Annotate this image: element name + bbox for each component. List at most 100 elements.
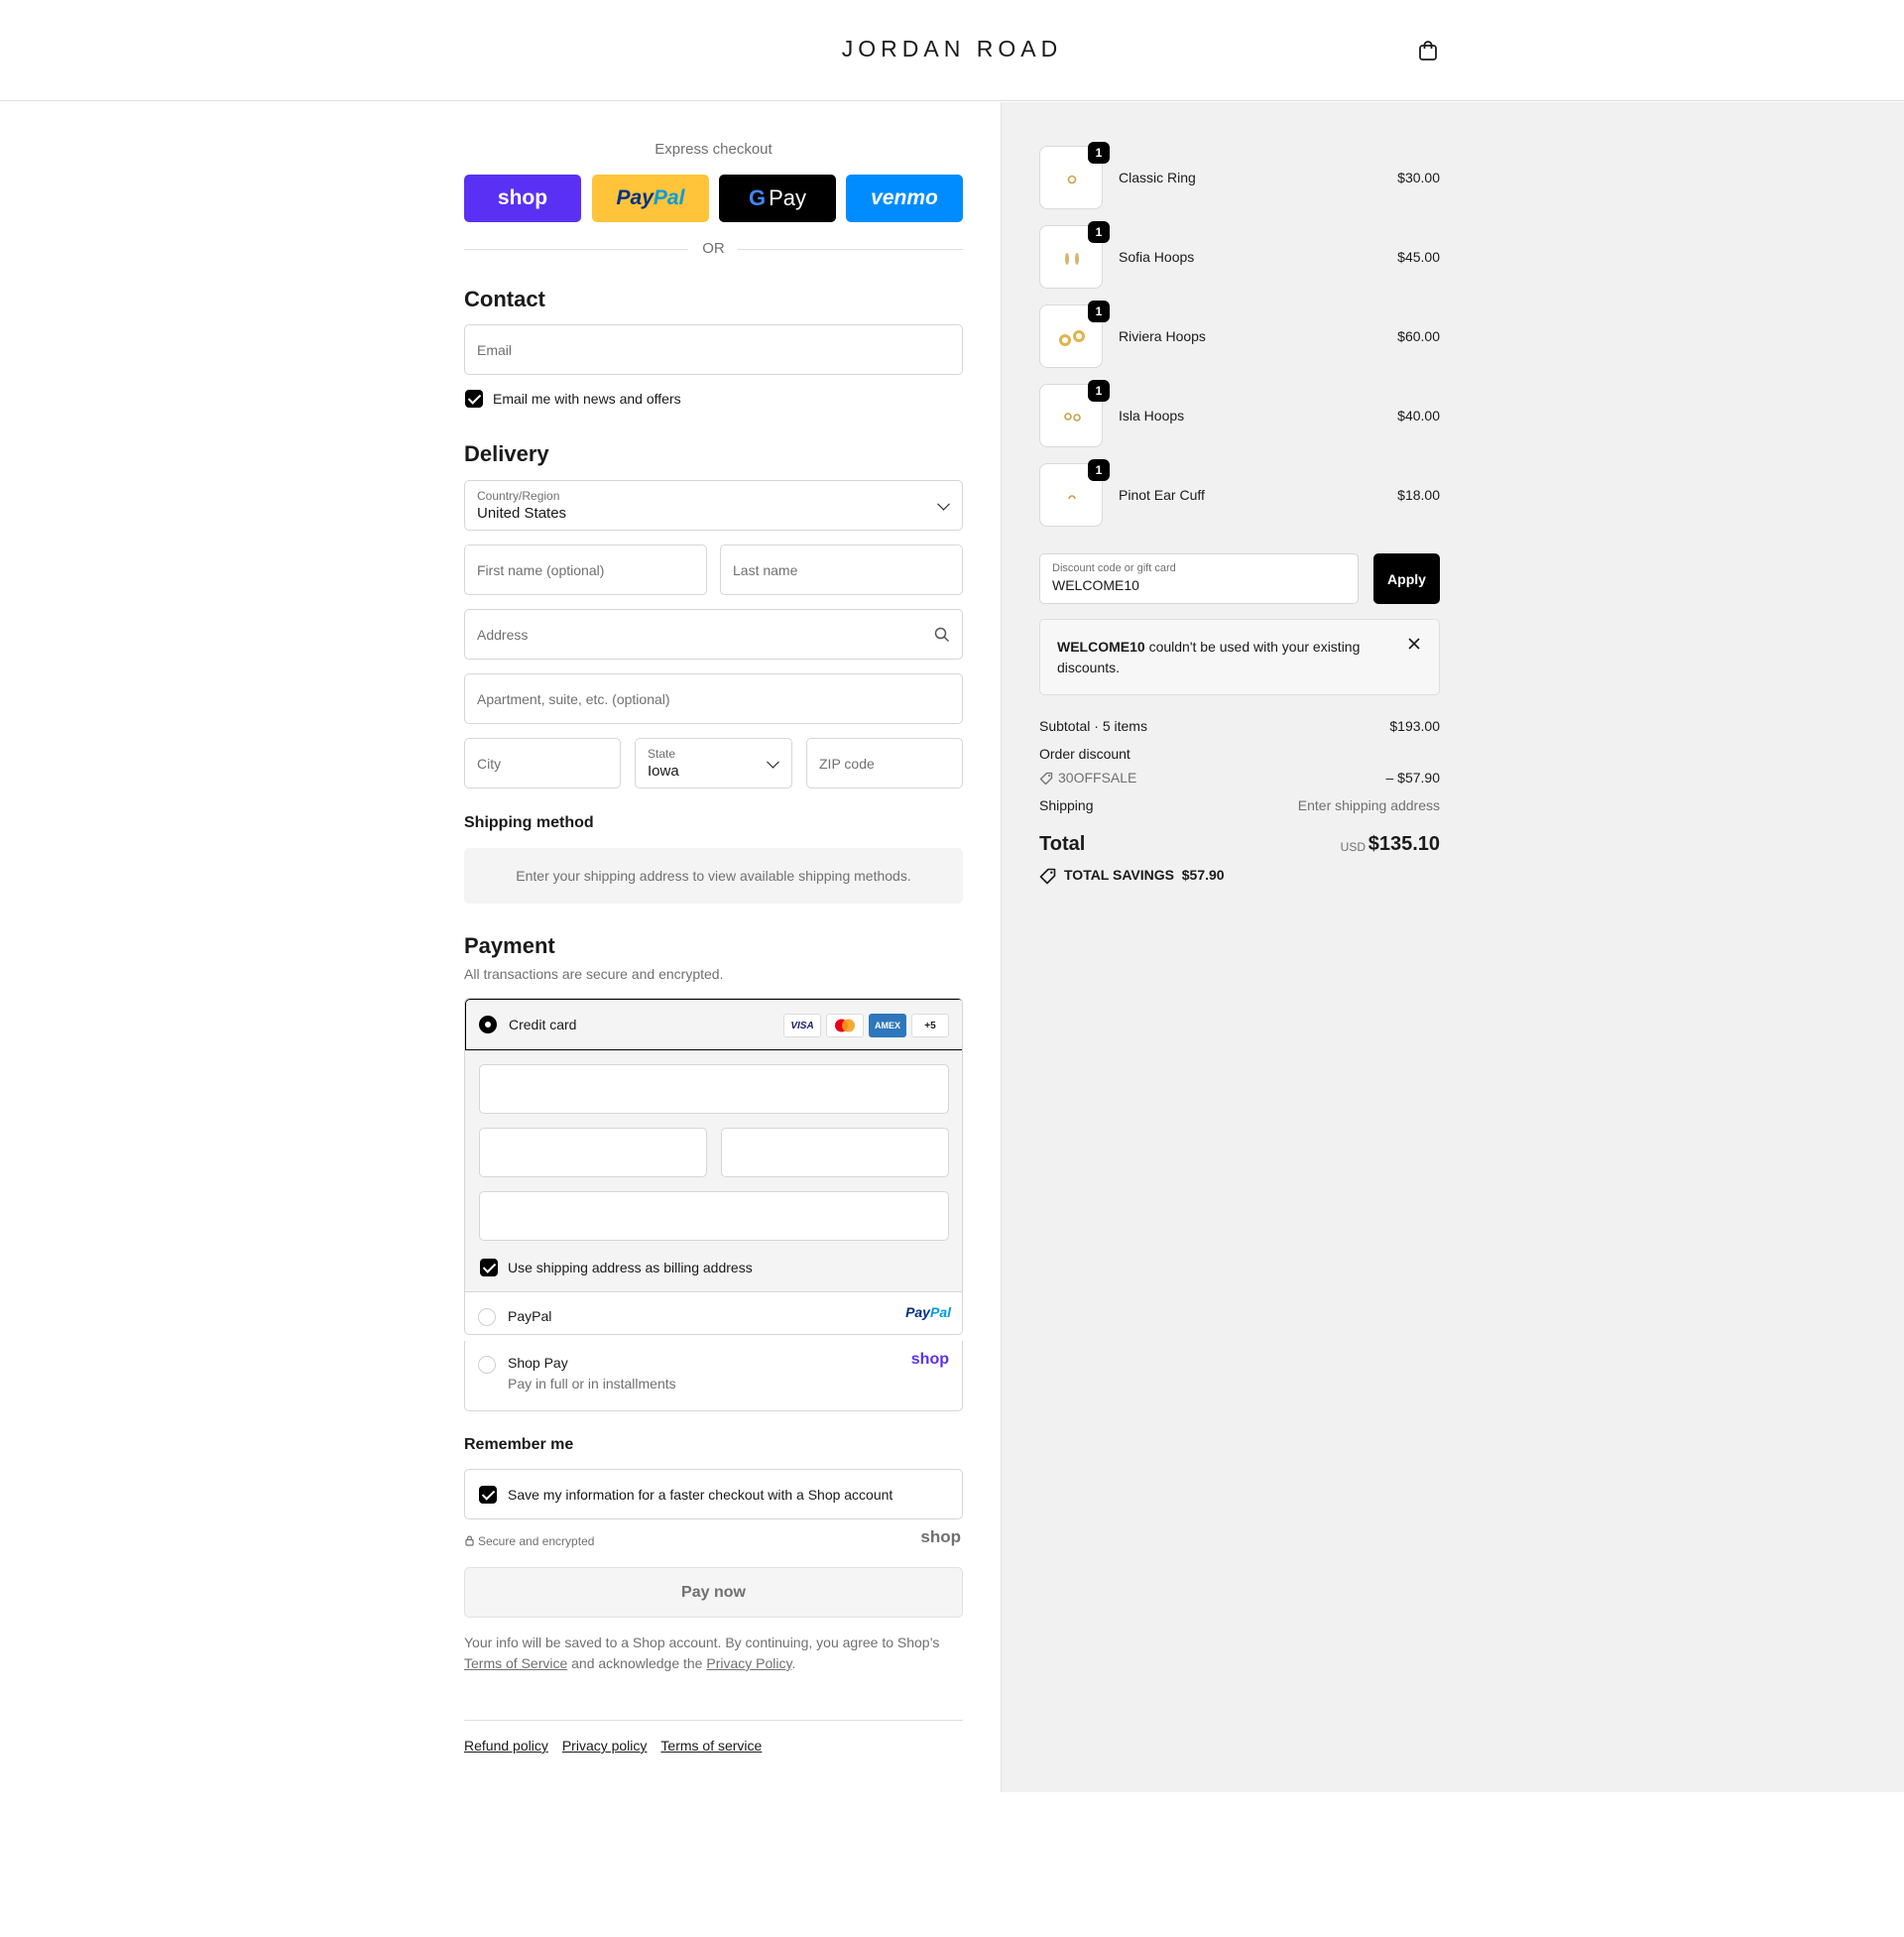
save-info-checkbox[interactable] [479, 1486, 497, 1504]
apartment-placeholder: Apartment, suite, etc. (optional) [477, 690, 670, 707]
billing-address-label: Use shipping address as billing address [508, 1260, 753, 1275]
amex-icon: AMEX [869, 1014, 906, 1037]
discount-code-value: WELCOME10 [1052, 577, 1139, 593]
payment-heading: Payment [464, 933, 555, 958]
venmo-express-button[interactable]: venmo [846, 175, 963, 222]
paypal-option-label: PayPal [508, 1308, 552, 1324]
item-price: $45.00 [1397, 249, 1440, 265]
payment-subtitle: All transactions are secure and encrypte… [464, 966, 724, 982]
more-cards-badge: +5 [911, 1014, 949, 1037]
secure-label: Secure and encrypted [478, 1534, 595, 1548]
footer-links: Refund policy Privacy policy Terms of se… [464, 1738, 762, 1754]
address-field[interactable]: Address [464, 609, 963, 660]
country-label: Country/Region [477, 489, 560, 503]
privacy-policy-link[interactable]: Privacy Policy [706, 1655, 791, 1671]
shopping-bag-icon[interactable] [1417, 40, 1439, 61]
terms-of-service-link[interactable]: Terms of Service [464, 1655, 567, 1671]
news-checkbox[interactable] [465, 390, 483, 408]
shipping-value: Enter shipping address [1297, 797, 1440, 813]
visa-icon: VISA [783, 1014, 821, 1037]
google-g-icon: G [748, 185, 767, 210]
divider [738, 249, 963, 250]
chevron-down-icon [937, 497, 950, 511]
shop-pay-option[interactable]: Shop Pay Pay in full or in installments … [464, 1341, 963, 1411]
item-price: $30.00 [1397, 170, 1440, 185]
shop-pay-express-button[interactable]: shop [464, 175, 581, 222]
paypal-express-button[interactable]: PayPal [592, 175, 709, 222]
remember-me-heading: Remember me [464, 1436, 574, 1453]
item-name: Sofia Hoops [1119, 249, 1195, 265]
state-label: State [648, 747, 676, 761]
total-savings-label: TOTAL SAVINGS $57.90 [1064, 867, 1225, 883]
billing-address-checkbox[interactable] [480, 1259, 498, 1276]
subtotal-value: $193.00 [1389, 718, 1440, 734]
name-on-card-field[interactable] [479, 1191, 949, 1241]
legal-text: . [791, 1655, 796, 1671]
divider [464, 1720, 963, 1721]
email-placeholder: Email [477, 341, 513, 358]
shipping-method-notice: Enter your shipping address to view avai… [464, 848, 963, 904]
security-code-field[interactable] [721, 1128, 949, 1177]
close-icon[interactable] [1408, 638, 1420, 650]
shop-pay-label: Shop Pay [508, 1355, 568, 1371]
country-select[interactable]: Country/Region United States [464, 480, 963, 531]
quantity-badge: 1 [1088, 301, 1110, 322]
expiration-date-field[interactable] [479, 1128, 707, 1177]
google-pay-express-button[interactable]: G Pay [719, 175, 836, 222]
subtotal-label: Subtotal · 5 items [1039, 718, 1147, 734]
credit-card-label: Credit card [509, 1017, 577, 1032]
contact-heading: Contact [464, 287, 545, 311]
paypal-radio[interactable] [478, 1308, 496, 1326]
total-row: Total $135.10 USD [1039, 833, 1440, 863]
news-checkbox-label: Email me with news and offers [493, 391, 681, 407]
item-name: Riviera Hoops [1119, 328, 1206, 344]
shop-logo: shop [920, 1527, 961, 1546]
paypal-logo: PayPal [905, 1304, 951, 1320]
quantity-badge: 1 [1088, 459, 1110, 481]
privacy-policy-link[interactable]: Privacy policy [562, 1738, 648, 1754]
google-pay-label: Pay [769, 185, 807, 210]
item-price: $40.00 [1397, 408, 1440, 424]
pay-now-button[interactable]: Pay now [464, 1567, 963, 1618]
order-summary-panel [1001, 102, 1904, 1792]
credit-card-option[interactable]: Credit card VISA AMEX +5 [465, 999, 962, 1050]
zip-placeholder: ZIP code [819, 755, 875, 772]
discount-code-label: Discount code or gift card [1052, 562, 1176, 574]
header: JORDAN ROAD [0, 0, 1904, 101]
quantity-badge: 1 [1088, 221, 1110, 243]
card-number-field[interactable] [479, 1064, 949, 1114]
item-price: $18.00 [1397, 487, 1440, 503]
payment-methods: Credit card VISA AMEX +5 Use shipping ad… [464, 998, 963, 1335]
discount-error-text: WELCOME10 couldn't be used with your exi… [1057, 639, 1361, 675]
discount-amount: – $57.90 [1385, 770, 1441, 786]
discount-code-field[interactable]: Discount code or gift card WELCOME10 [1039, 553, 1359, 604]
save-info-label: Save my information for a faster checkou… [508, 1487, 893, 1503]
brand-logo[interactable]: JORDAN ROAD [0, 36, 1904, 62]
shipping-label: Shipping [1039, 797, 1094, 813]
city-field[interactable]: City [464, 738, 621, 788]
apartment-field[interactable]: Apartment, suite, etc. (optional) [464, 673, 963, 724]
paypal-option[interactable]: PayPal PayPal [465, 1292, 962, 1334]
quantity-badge: 1 [1088, 142, 1110, 164]
first-name-field[interactable]: First name (optional) [464, 545, 707, 595]
tag-icon [1039, 772, 1053, 786]
search-icon[interactable] [934, 627, 950, 643]
terms-of-service-link[interactable]: Terms of service [660, 1738, 762, 1754]
zip-field[interactable]: ZIP code [806, 738, 963, 788]
state-select[interactable]: State Iowa [635, 738, 792, 788]
express-checkout-title: Express checkout [654, 141, 773, 158]
email-field[interactable]: Email [464, 324, 963, 375]
quantity-badge: 1 [1088, 380, 1110, 402]
shop-pay-radio[interactable] [478, 1356, 496, 1374]
delivery-heading: Delivery [464, 441, 549, 466]
legal-text: and acknowledge the [571, 1655, 703, 1671]
credit-card-radio[interactable] [479, 1016, 497, 1033]
discount-code-name: 30OFFSALE [1058, 770, 1137, 786]
total-value: $135.10 [1368, 833, 1440, 855]
apply-button[interactable]: Apply [1373, 553, 1440, 604]
refund-policy-link[interactable]: Refund policy [464, 1738, 548, 1754]
legal-notice: Your info will be saved to a Shop accoun… [464, 1633, 963, 1674]
last-name-field[interactable]: Last name [720, 545, 963, 595]
country-value: United States [477, 505, 567, 522]
shop-logo: shop [497, 186, 548, 209]
